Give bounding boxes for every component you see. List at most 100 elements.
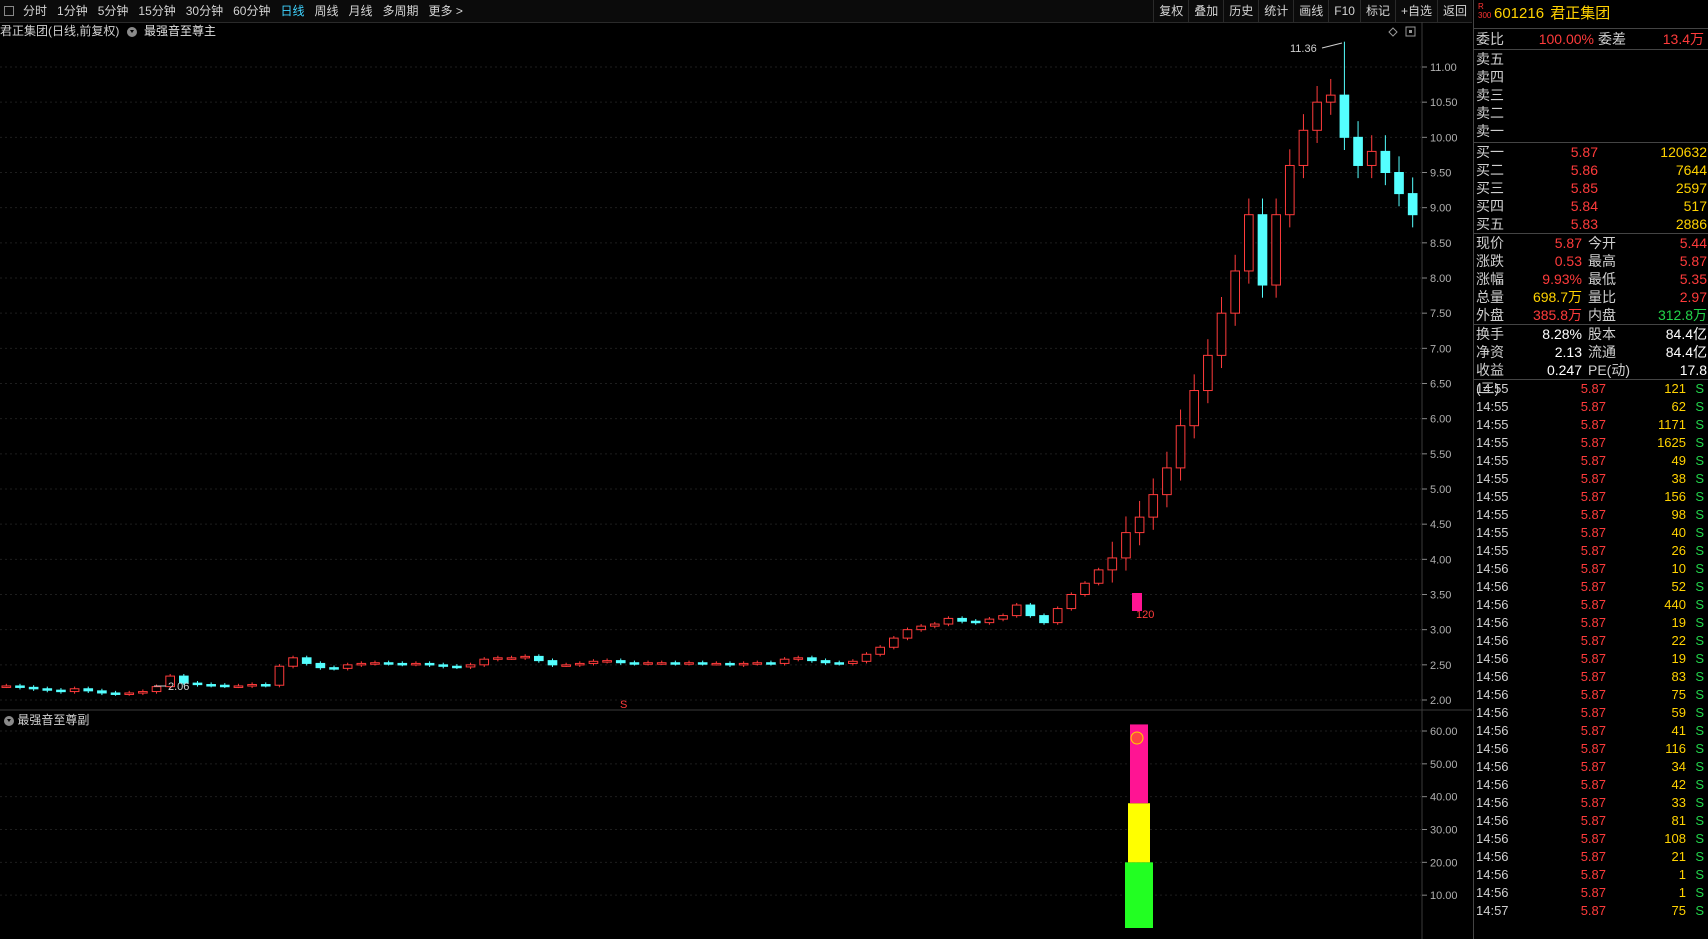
weicha-value: 13.4万 [1662,31,1704,47]
buy-level-2: 买二 5.86 7644 [1476,162,1707,178]
candle-body [1203,354,1213,392]
window-icon-inner [1409,30,1412,33]
candle-body [411,662,421,666]
tick-row: 14:55 5.87 49 S [1476,453,1704,468]
stock-name[interactable]: 君正集团 [1550,5,1610,22]
sub-indicator-name[interactable]: 最强音至尊副 [17,713,89,727]
tick-row: 14:56 5.87 33 S [1476,795,1704,810]
candle-body [1353,136,1363,166]
candle-body [424,662,435,666]
price-axis-label-13: 4.50 [1430,519,1451,531]
stat-row-3: 总量 698.7万 量比 2.97 [1476,289,1707,305]
weicha-label: 委差 [1598,31,1626,47]
sub-bar-1 [1128,803,1150,863]
sell-level-4: 卖四 [1476,69,1504,85]
buy-level-1: 买一 5.87 120632 [1476,144,1707,160]
tick-row: 14:56 5.87 440 S [1476,597,1704,612]
candle-body [151,686,162,693]
buy-book: 买一 5.87 120632 买二 5.86 7644 买三 5.85 2597 买四 5.84 51… [1474,143,1708,234]
candle-body [670,662,681,665]
sell-level-3: 卖三 [1476,87,1504,103]
candle-body [1148,494,1159,518]
tick-row: 14:56 5.87 59 S [1476,705,1704,720]
candle-body [1271,214,1281,286]
sell-level-1: 卖一 [1476,123,1504,139]
tick-row: 14:55 5.87 98 S [1476,507,1704,522]
quote-panel: R 300 601216 君正集团 委比 100.00% 委差 13.4万 卖五卖… [1473,0,1708,939]
candle-body [124,692,135,695]
tick-row: 14:56 5.87 116 S [1476,741,1704,756]
candle-body [397,662,408,666]
candle-body [1366,150,1377,166]
candle-body [916,625,926,631]
sub-bar-0 [1125,862,1153,928]
low-price-label: 2.06 [168,681,189,693]
candle-body [1121,532,1131,559]
weibi-label: 委比 [1476,31,1504,47]
tick-list[interactable]: 14:55 5.87 121 S 14:55 5.87 62 S 14:55 5.87 1171 S 1… [1474,380,1708,920]
board-badge: R 300 [1478,2,1492,20]
price-axis-label-11: 5.50 [1430,449,1451,461]
price-axis-label-10: 6.00 [1430,414,1451,426]
candle-body [69,688,80,693]
sub-axis-label-2: 40.00 [1430,792,1458,804]
candle-body [1312,101,1322,131]
price-axis-label-14: 4.00 [1430,554,1451,566]
candle-body [288,657,298,667]
stock-code[interactable]: 601216 [1494,5,1544,22]
candle-body [1298,129,1309,166]
candle-body [1093,569,1104,584]
candle-body [315,662,326,669]
candle-body [820,660,831,664]
tick-row: 14:55 5.87 121 S [1476,381,1704,396]
candle-body [984,618,995,624]
sell-book: 卖五 卖四 卖三 卖二 卖一 [1474,50,1708,143]
price-axis-label-2: 10.00 [1430,132,1458,144]
candle-body [1407,193,1418,216]
weibi-row: 委比 100.00% 委差 13.4万 [1474,29,1708,50]
candle-body [15,685,25,688]
candle-body [274,665,285,686]
candle-body [629,662,640,665]
candle-body [643,662,653,665]
candle-body [520,655,530,659]
candle-body [970,620,981,624]
price-axis-label-17: 2.50 [1430,660,1451,672]
candle-body [1066,594,1077,610]
candle-body [574,662,585,666]
tick-row: 14:55 5.87 40 S [1476,525,1704,540]
candle-body [561,664,571,667]
tick-row: 14:55 5.87 38 S [1476,471,1704,486]
candle-body [957,617,967,622]
tick-row: 14:56 5.87 21 S [1476,849,1704,864]
sub-indicator-dropdown-icon[interactable] [4,715,14,726]
candle-body [1039,615,1049,624]
candle-body [97,690,107,694]
candle-body [929,623,940,627]
candle-body [219,684,230,688]
candle-body [1080,582,1090,595]
candle-body [342,664,353,669]
sub-axis-label-3: 30.00 [1430,825,1458,837]
fund-row-1: 净资 2.13 流通 84.4亿 [1476,344,1707,360]
candle-body [697,662,708,665]
candle-body [1284,164,1295,216]
price-axis-label-3: 9.50 [1430,168,1451,180]
candle-body [1325,94,1336,103]
candle-body [42,688,53,691]
candle-body [206,684,216,687]
price-axis-label-1: 10.50 [1430,97,1458,109]
candlestick-chart[interactable]: 11.00 10.50 10.00 9.50 9.00 8.50 8.00 7.50 7.00 6… [0,0,1472,939]
tick-row: 14:56 5.87 108 S [1476,831,1704,846]
candle-body [56,689,66,693]
signal-marker [1132,593,1142,611]
s-marker: S [620,699,627,711]
price-axis-label-18: 2.00 [1430,695,1451,707]
tick-row: 14:56 5.87 19 S [1476,615,1704,630]
candle-body [902,629,913,639]
candle-body [1189,390,1200,427]
sub-axis-label-4: 20.00 [1430,857,1458,869]
candle-body [1339,94,1350,138]
tick-row: 14:56 5.87 52 S [1476,579,1704,594]
candle-body [684,662,694,665]
